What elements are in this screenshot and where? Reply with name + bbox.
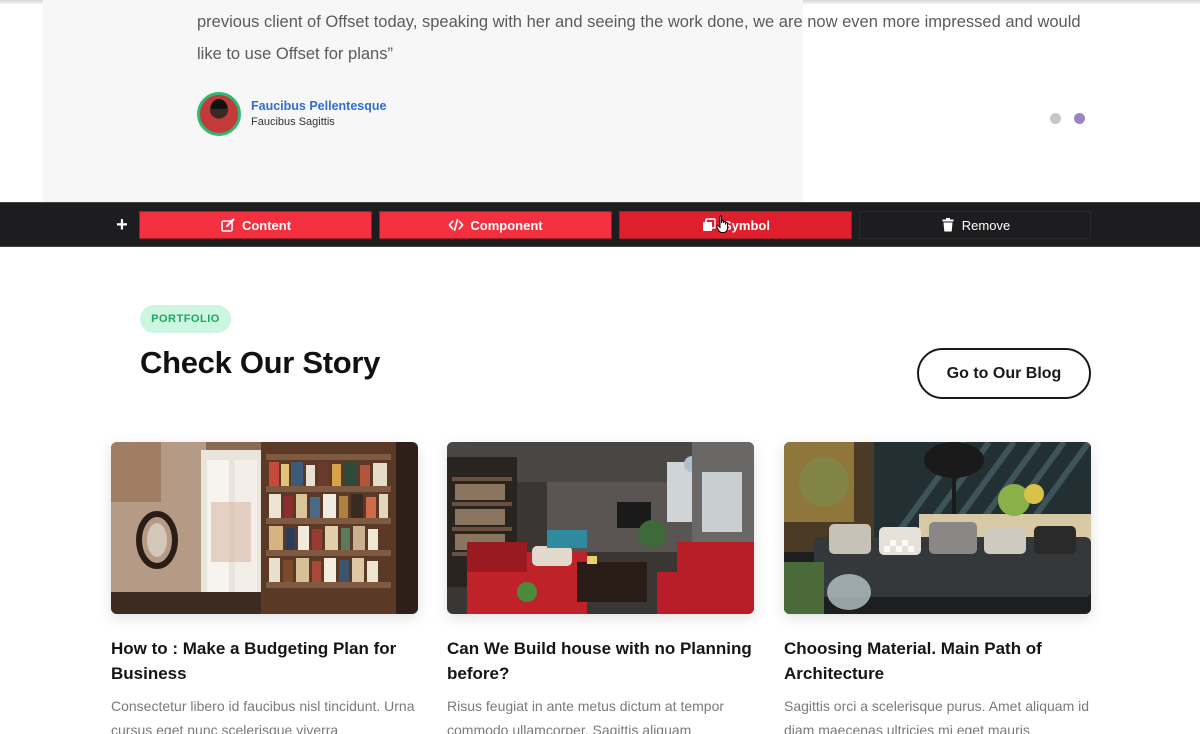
remove-button[interactable]: Remove bbox=[859, 211, 1091, 239]
section-title: Check Our Story bbox=[140, 345, 381, 380]
card-title[interactable]: Can We Build house with no Planning befo… bbox=[447, 636, 754, 686]
code-icon bbox=[448, 217, 464, 233]
card-excerpt: Risus feugiat in ante metus dictum at te… bbox=[447, 698, 725, 734]
symbol-button[interactable]: Symbol bbox=[619, 211, 852, 239]
go-to-blog-button[interactable]: Go to Our Blog bbox=[917, 348, 1091, 399]
hand-cursor-icon bbox=[716, 215, 729, 233]
editor-toolbar: + Content Component Symbol Remove bbox=[0, 202, 1200, 247]
author-name[interactable]: Faucibus Pellentesque bbox=[251, 98, 386, 114]
blog-card[interactable]: How to : Make a Budgeting Plan for Busin… bbox=[111, 442, 418, 734]
copy-icon bbox=[701, 217, 717, 233]
card-title[interactable]: How to : Make a Budgeting Plan for Busin… bbox=[111, 636, 418, 686]
edit-icon bbox=[220, 217, 236, 233]
component-button[interactable]: Component bbox=[379, 211, 612, 239]
card-excerpt: Sagittis orci a scelerisque purus. Amet … bbox=[784, 698, 1090, 734]
carousel-dot-2[interactable] bbox=[1074, 113, 1085, 124]
testimonial-quote: previous client of Offset today, speakin… bbox=[197, 13, 1081, 63]
content-button[interactable]: Content bbox=[139, 211, 372, 239]
component-button-label: Component bbox=[470, 217, 543, 233]
testimonial-author: Faucibus Pellentesque Faucibus Sagittis bbox=[197, 92, 386, 136]
card-excerpt: Consectetur libero id faucibus nisl tinc… bbox=[111, 698, 415, 734]
blog-card[interactable]: Can We Build house with no Planning befo… bbox=[447, 442, 754, 734]
card-image-living-room[interactable] bbox=[447, 442, 754, 614]
trash-icon bbox=[940, 217, 956, 233]
remove-button-label: Remove bbox=[961, 217, 1011, 233]
author-role: Faucibus Sagittis bbox=[251, 116, 335, 128]
blog-card[interactable]: Choosing Material. Main Path of Architec… bbox=[784, 442, 1091, 734]
symbol-button-label: Symbol bbox=[723, 217, 770, 233]
portfolio-badge: PORTFOLIO bbox=[140, 305, 231, 333]
card-title[interactable]: Choosing Material. Main Path of Architec… bbox=[784, 636, 1091, 686]
content-button-label: Content bbox=[241, 217, 292, 233]
author-meta: Faucibus Pellentesque Faucibus Sagittis bbox=[251, 98, 386, 130]
carousel-dots bbox=[1050, 113, 1085, 124]
add-block-button[interactable]: + bbox=[112, 211, 132, 239]
card-image-library[interactable] bbox=[111, 442, 418, 614]
card-image-lounge[interactable] bbox=[784, 442, 1091, 614]
author-avatar bbox=[197, 92, 241, 136]
carousel-dot-1[interactable] bbox=[1050, 113, 1061, 124]
